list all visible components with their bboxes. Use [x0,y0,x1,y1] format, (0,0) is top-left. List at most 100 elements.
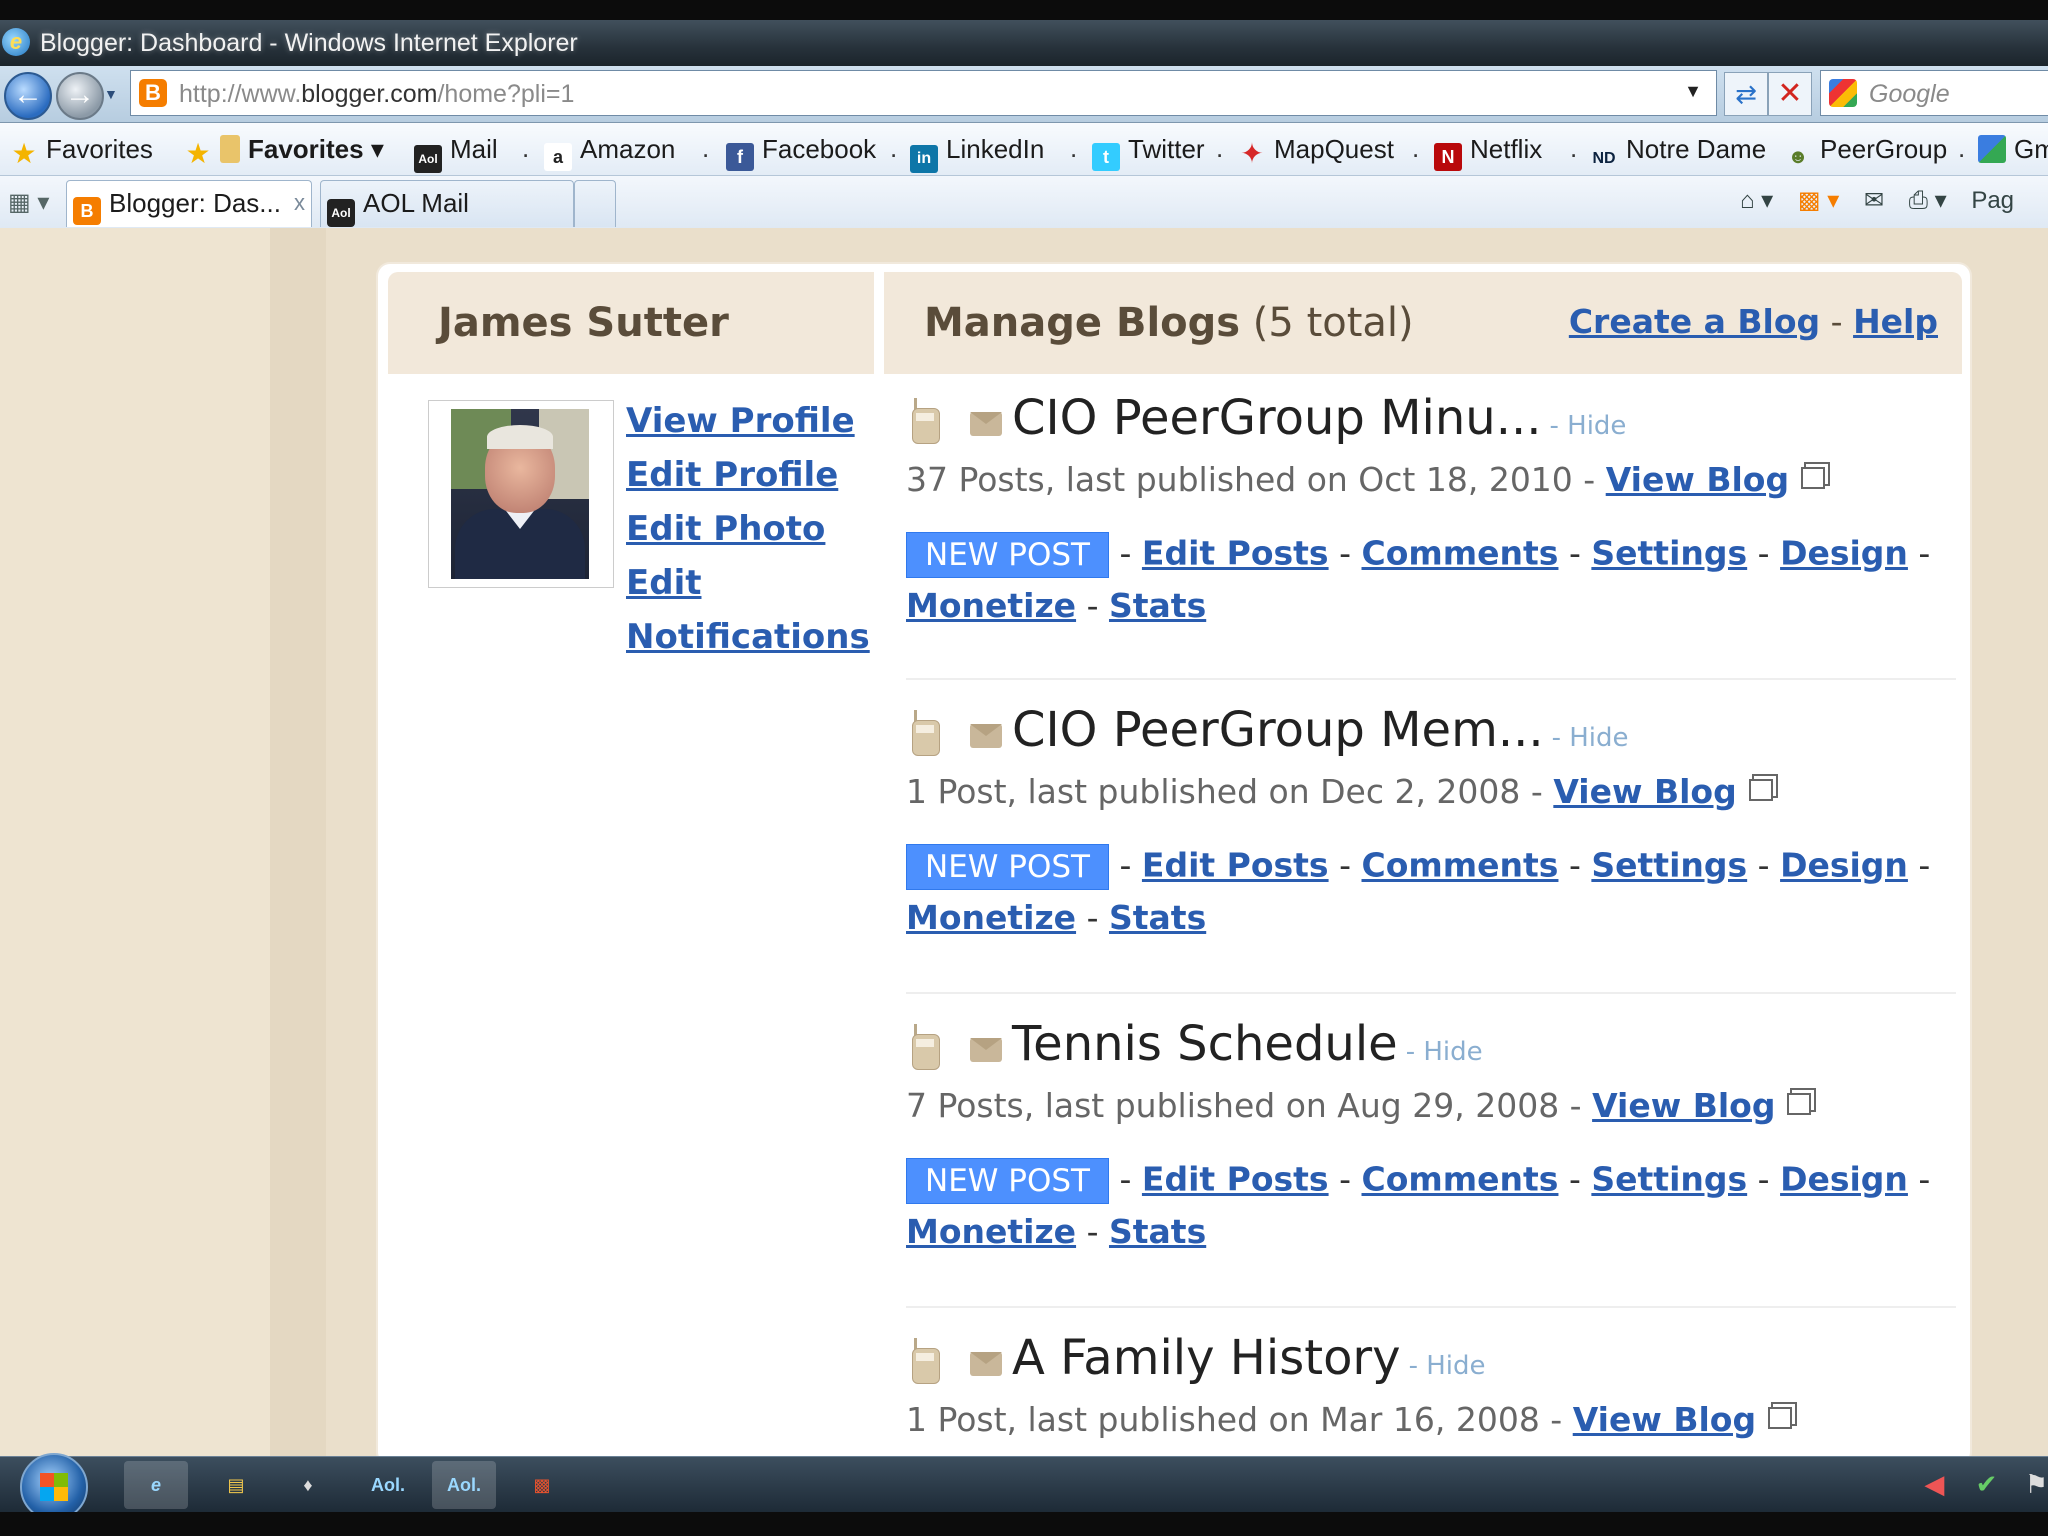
edit-profile-link[interactable]: Edit Profile [626,455,838,495]
design-link[interactable]: Design [1780,846,1908,885]
new-tab-button[interactable] [574,180,616,227]
favorites-bar: ★ Favorites ★ Favorites ▾ Aol Mail . a Amazo… [0,123,2048,176]
monetize-link[interactable]: Monetize [906,1212,1076,1251]
edit-photo-link[interactable]: Edit Photo [626,509,825,549]
settings-link[interactable]: Settings [1591,846,1747,885]
divider [906,992,1956,994]
tab-blogger-dashboard[interactable]: B Blogger: Das... x [66,180,312,227]
peergroup-icon: ☻ [1787,146,1809,168]
security-icon[interactable]: ✔ [1976,1469,1998,1499]
blog-actions-row2: Monetize - Stats [906,586,1206,625]
stats-link[interactable]: Stats [1109,586,1206,625]
powerpoint-taskbar-icon[interactable]: ▩ [510,1461,574,1509]
back-button[interactable]: ← [4,72,52,120]
google-search-icon [1829,79,1857,107]
monetize-link[interactable]: Monetize [906,898,1076,937]
aol-taskbar-icon[interactable]: Aol. [356,1461,420,1509]
view-blog-link[interactable]: View Blog [1573,1400,1756,1439]
fav-link-mapquest[interactable]: ✦ MapQuest [1238,133,1394,168]
hide-link[interactable]: - Hide [1552,723,1629,753]
mobile-icon[interactable] [910,710,940,756]
divider [906,1306,1956,1308]
edit-posts-link[interactable]: Edit Posts [1142,534,1329,573]
search-box[interactable]: Google [1820,70,2048,116]
window-title: Blogger: Dashboard - Windows Internet Ex… [40,29,578,57]
favorites-menu-button[interactable]: ★ Favorites ▾ [184,133,383,169]
new-post-button[interactable]: NEW POST [906,532,1109,578]
fav-link-amazon[interactable]: a Amazon [544,133,675,171]
ie-logo-icon: e [2,28,30,56]
tab-aol-mail[interactable]: Aol AOL Mail [320,180,574,227]
stop-icon[interactable]: ✕ [1768,72,1812,116]
explorer-taskbar-icon[interactable]: ▤ [204,1461,268,1509]
read-mail-icon[interactable]: ✉ [1864,187,1884,214]
mail-icon[interactable] [970,724,1002,748]
print-icon[interactable]: ⎙ ▾ [1909,187,1947,214]
view-blog-link[interactable]: View Blog [1606,460,1789,499]
separator: - [1119,845,1132,885]
view-profile-link[interactable]: View Profile [626,401,855,441]
view-blog-link[interactable]: View Blog [1553,772,1736,811]
edit-notifications-link-line2[interactable]: Notifications [626,617,870,657]
fav-link-facebook[interactable]: f Facebook [726,133,876,171]
fav-link-notre-dame[interactable]: ND Notre Dame [1590,133,1766,167]
mail-icon[interactable] [970,412,1002,436]
address-url[interactable]: http://www.blogger.com/home?pli=1 [179,80,574,109]
mail-icon[interactable] [970,1038,1002,1062]
fav-link-mail[interactable]: Aol Mail [414,133,498,173]
mobile-icon[interactable] [910,398,940,444]
volume-icon[interactable]: ◀ [1924,1469,1944,1499]
comments-link[interactable]: Comments [1362,846,1559,885]
monetize-link[interactable]: Monetize [906,586,1076,625]
address-bar[interactable]: B http://www.blogger.com/home?pli=1 ▼ [130,70,1717,116]
hide-link[interactable]: - Hide [1550,411,1627,441]
mobile-icon[interactable] [910,1338,940,1384]
stats-link[interactable]: Stats [1109,1212,1206,1251]
home-icon[interactable]: ⌂ ▾ [1740,187,1773,214]
aol-mail-taskbar-icon[interactable]: Aol. [432,1461,496,1509]
settings-link[interactable]: Settings [1591,1160,1747,1199]
comments-link[interactable]: Comments [1362,1160,1559,1199]
create-blog-link[interactable]: Create a Blog [1569,302,1820,341]
help-link[interactable]: Help [1853,302,1938,341]
fav-link-linkedin[interactable]: in LinkedIn [910,133,1044,173]
app-taskbar-icon[interactable]: ♦ [276,1461,340,1509]
stats-link[interactable]: Stats [1109,898,1206,937]
add-favorite-icon: ★ [185,138,211,169]
edit-posts-link[interactable]: Edit Posts [1142,846,1329,885]
settings-link[interactable]: Settings [1591,534,1747,573]
start-button[interactable] [20,1453,88,1521]
mobile-icon[interactable] [910,1024,940,1070]
refresh-icon[interactable]: ⇄ [1724,72,1768,116]
new-window-icon [1787,1093,1812,1115]
comments-link[interactable]: Comments [1362,534,1559,573]
quick-tabs-icon[interactable]: ▦ ▾ [8,188,49,217]
view-blog-link[interactable]: View Blog [1592,1086,1775,1125]
ie-taskbar-icon[interactable]: e [124,1461,188,1509]
google-icon [1978,135,2006,163]
fav-link-twitter[interactable]: t Twitter [1092,133,1205,171]
page-menu[interactable]: Pag [1971,187,2014,214]
forward-button[interactable]: → [56,72,104,120]
action-center-flag-icon[interactable]: ⚑ [2025,1469,2048,1499]
favorites-center-button[interactable]: ★ Favorites [10,133,152,168]
fav-link-peergroup[interactable]: ☻ PeerGroup [1784,133,1947,168]
design-link[interactable]: Design [1780,1160,1908,1199]
edit-notifications-link[interactable]: Edit [626,563,701,603]
separator: . [890,133,898,163]
new-post-button[interactable]: NEW POST [906,1158,1109,1204]
address-dropdown-icon[interactable]: ▼ [1684,81,1702,102]
recent-pages-dropdown-icon[interactable]: ▼ [104,86,118,102]
profile-header: James Sutter [388,272,874,374]
fav-link-netflix[interactable]: N Netflix [1434,133,1542,171]
hide-link[interactable]: - Hide [1409,1351,1486,1381]
feeds-icon[interactable]: ▩ ▾ [1798,187,1839,214]
new-post-button[interactable]: NEW POST [906,844,1109,890]
hide-link[interactable]: - Hide [1406,1037,1483,1067]
blogger-tab-icon: B [73,197,101,225]
edit-posts-link[interactable]: Edit Posts [1142,1160,1329,1199]
close-tab-icon[interactable]: x [294,181,305,225]
fav-link-gmail[interactable]: Gm [1978,133,2048,165]
mail-icon[interactable] [970,1352,1002,1376]
design-link[interactable]: Design [1780,534,1908,573]
